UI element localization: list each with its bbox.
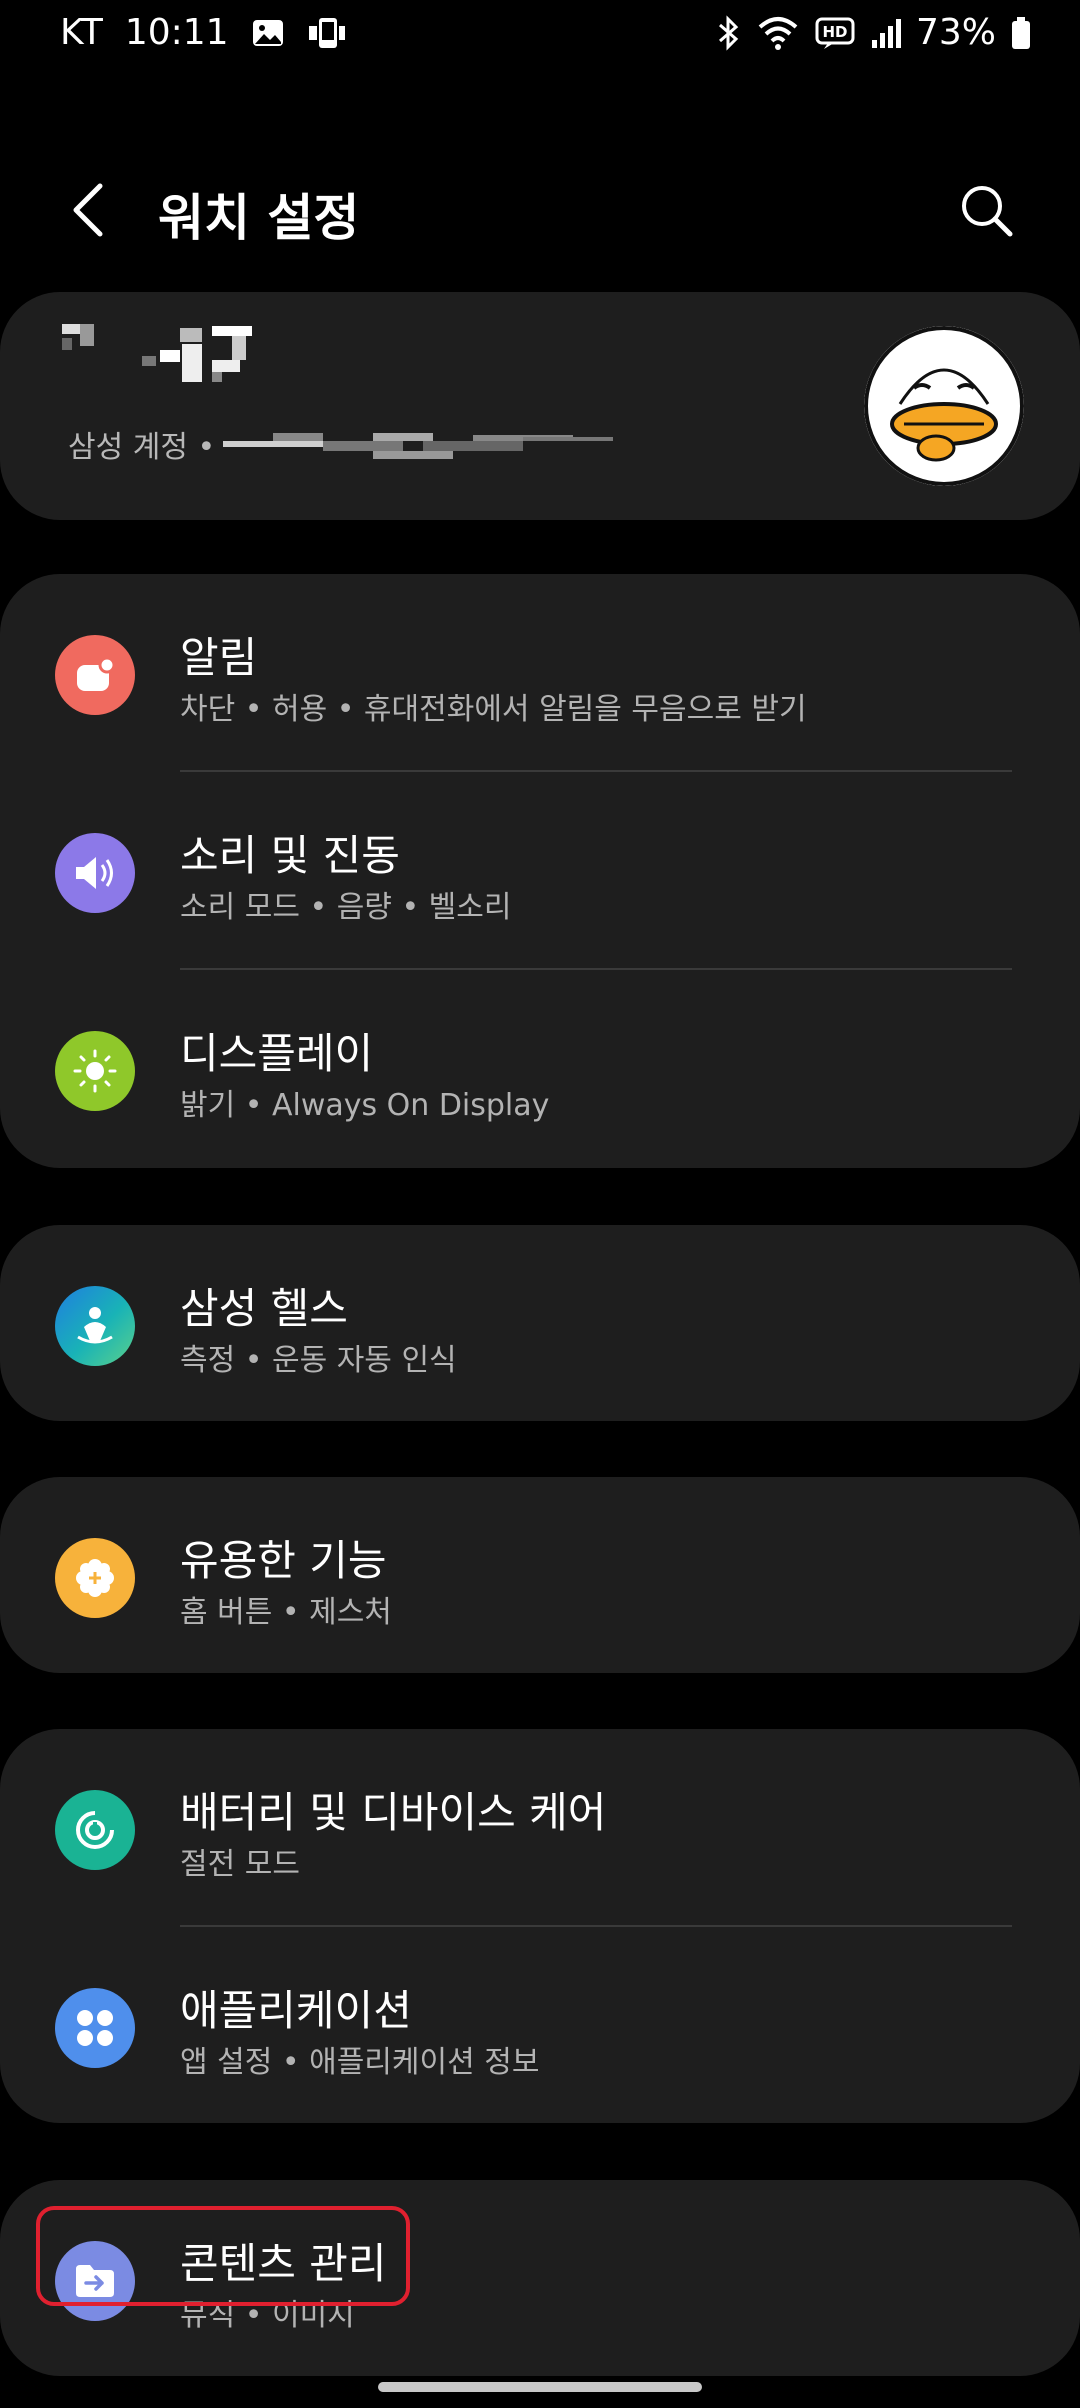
wifi-icon [756,15,800,51]
battery-icon [1010,15,1032,51]
device-care-icon [55,1790,135,1870]
status-bar: KT 10:11 HD 73% [0,0,1080,70]
list-item-title: 알림 [180,633,258,682]
highlight-box [36,2206,410,2306]
list-item-subtitle: 밝기 • Always On Display [180,1088,550,1123]
svg-text:HD: HD [822,23,847,41]
list-item-title: 소리 및 진동 [180,831,400,880]
settings-group-2: 삼성 헬스 측정 • 운동 자동 인식 [0,1225,1080,1421]
sun-icon [55,1031,135,1111]
battery-percent: 73% [915,12,996,53]
list-item-subtitle: 절전 모드 [180,1847,300,1882]
list-item-sound[interactable]: 소리 및 진동 소리 모드 • 음량 • 벨소리 [0,772,1080,970]
list-item-advanced-features[interactable]: 유용한 기능 홈 버튼 • 제스처 [0,1477,1080,1675]
settings-group-1: 알림 차단 • 허용 • 휴대전화에서 알림을 무음으로 받기 소리 및 진동 … [0,574,1080,1168]
apps-icon [55,1988,135,2068]
settings-group-4: 배터리 및 디바이스 케어 절전 모드 애플리케이션 앱 설정 • 애플리케이션… [0,1729,1080,2123]
account-email-redacted [223,427,614,461]
clock: 10:11 [124,12,229,53]
list-item-subtitle: 소리 모드 • 음량 • 벨소리 [180,890,512,925]
search-icon [962,186,1013,237]
settings-group-3: 유용한 기능 홈 버튼 • 제스처 [0,1477,1080,1673]
account-name-redacted [62,324,302,404]
carrier-label: KT [60,12,103,53]
phone-sync-icon [307,16,347,50]
list-item-subtitle: 앱 설정 • 애플리케이션 정보 [180,2045,540,2080]
list-item-title: 애플리케이션 [180,1986,412,2035]
speaker-icon [55,833,135,913]
notification-icon [55,635,135,715]
list-item-title: 디스플레이 [180,1029,374,1078]
app-header: 워치 설정 [0,160,1080,260]
hd-voice-icon: HD [814,15,856,51]
back-button[interactable] [60,172,120,248]
list-item-notifications[interactable]: 알림 차단 • 허용 • 휴대전화에서 알림을 무음으로 받기 [0,574,1080,772]
bluetooth-icon [714,14,742,51]
account-label: 삼성 계정 • [68,430,216,465]
chevron-left-icon [73,183,103,237]
duck-avatar-icon [864,326,1024,486]
list-item-subtitle: 차단 • 허용 • 휴대전화에서 알림을 무음으로 받기 [180,692,807,727]
list-item-applications[interactable]: 애플리케이션 앱 설정 • 애플리케이션 정보 [0,1927,1080,2125]
signal-icon [870,16,902,50]
search-button[interactable] [952,172,1022,248]
list-item-samsung-health[interactable]: 삼성 헬스 측정 • 운동 자동 인식 [0,1225,1080,1423]
account-card[interactable]: 삼성 계정 • [0,292,1080,520]
list-item-display[interactable]: 디스플레이 밝기 • Always On Display [0,970,1080,1168]
home-indicator[interactable] [378,2382,702,2392]
list-item-battery-device-care[interactable]: 배터리 및 디바이스 케어 절전 모드 [0,1729,1080,1927]
health-icon [55,1286,135,1366]
list-item-title: 삼성 헬스 [180,1284,348,1333]
page-title: 워치 설정 [158,189,360,247]
account-subtitle: 삼성 계정 • [68,422,614,466]
avatar[interactable] [864,326,1024,486]
list-item-subtitle: 홈 버튼 • 제스처 [180,1595,392,1630]
gallery-icon [251,16,285,50]
gear-plus-icon [55,1538,135,1618]
list-item-title: 배터리 및 디바이스 케어 [180,1788,607,1837]
list-item-subtitle: 측정 • 운동 자동 인식 [180,1343,457,1378]
list-item-title: 유용한 기능 [180,1536,387,1585]
